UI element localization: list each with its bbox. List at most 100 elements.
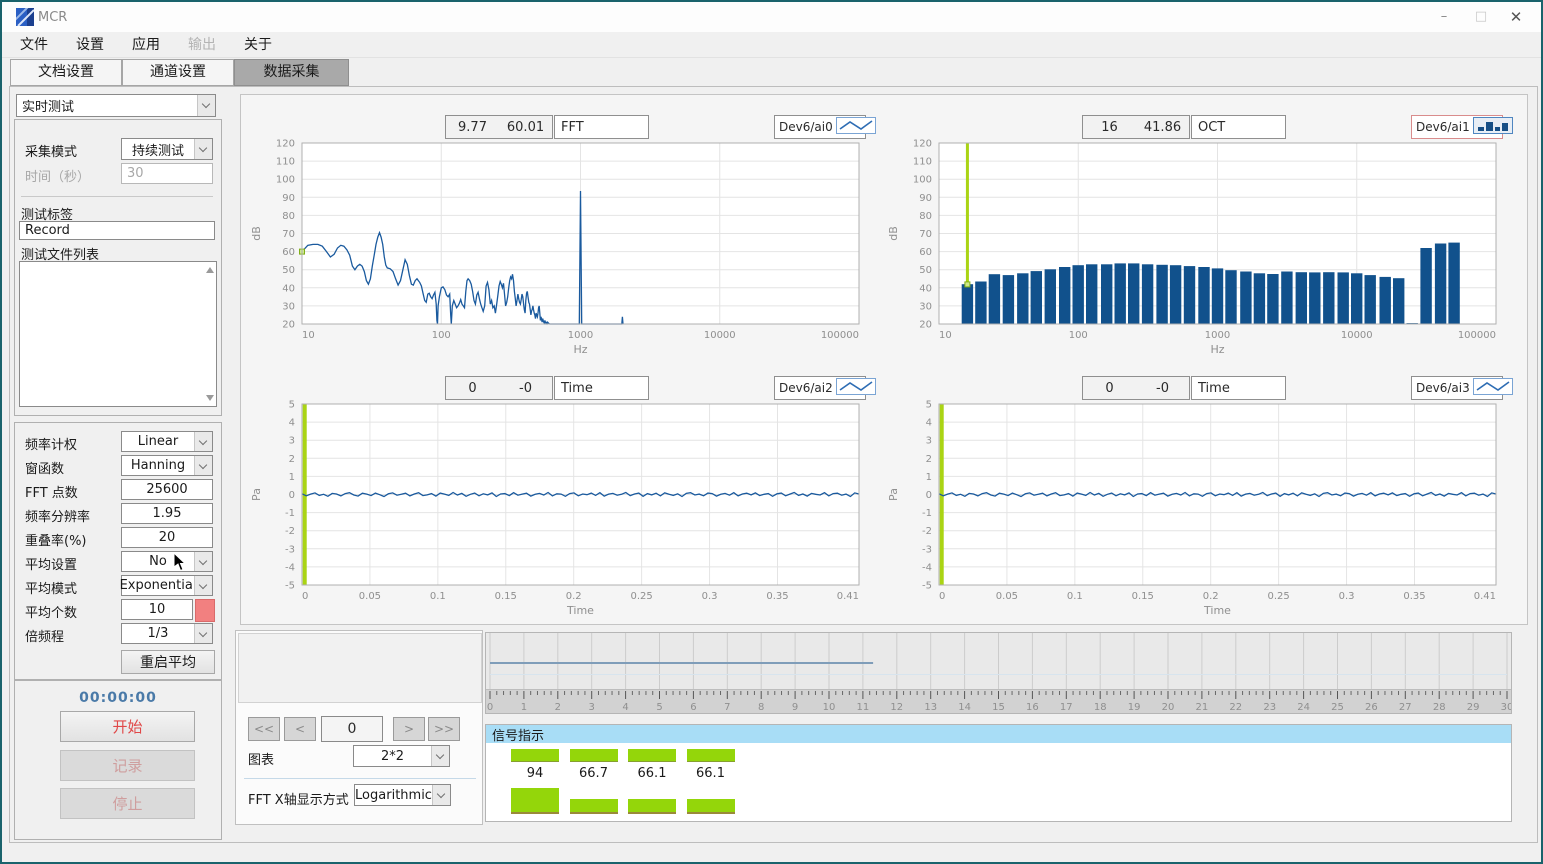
setting-select-5[interactable]: No xyxy=(121,551,213,572)
record-timeline[interactable]: 0123456789101112131415161718192021222324… xyxy=(485,632,1512,714)
nav-next-button[interactable]: > xyxy=(393,717,425,741)
chart-grid-select[interactable]: 2*2 xyxy=(353,745,450,767)
run-control-group: 00:00:00 开始 记录 停止 xyxy=(14,680,222,840)
time-input[interactable]: 30 xyxy=(121,163,213,184)
svg-text:60: 60 xyxy=(919,247,932,258)
svg-text:4: 4 xyxy=(622,702,628,713)
maximize-button[interactable]: □ xyxy=(1464,2,1498,32)
menu-item-1[interactable]: 设置 xyxy=(62,32,118,58)
chevron-down-icon xyxy=(431,746,449,766)
svg-text:0: 0 xyxy=(289,490,295,501)
svg-text:120: 120 xyxy=(276,139,295,150)
nav-first-button[interactable]: << xyxy=(248,717,280,741)
oct-title-field[interactable]: OCT xyxy=(1191,115,1286,139)
time3-title-field[interactable]: Time xyxy=(1191,376,1286,400)
test-file-list[interactable] xyxy=(19,261,217,407)
setting-select-6[interactable]: Exponential xyxy=(121,575,213,596)
chart-grid-label: 图表 xyxy=(248,749,274,768)
setting-select-8[interactable]: 1/3 xyxy=(121,623,213,644)
svg-text:0: 0 xyxy=(926,490,932,501)
svg-text:100: 100 xyxy=(913,175,932,186)
setting-input-2[interactable]: 25600 xyxy=(121,479,213,500)
fft-device-selector[interactable]: Dev6/ai0 xyxy=(774,115,866,139)
signal-panel-title: 信号指示 xyxy=(492,725,544,744)
signal-indicator-bar-2 xyxy=(628,749,676,762)
chart-cell-fft: 9.7760.01 FFT Dev6/ai0 20304050607080901… xyxy=(246,114,864,364)
setting-input-4[interactable]: 20 xyxy=(121,527,213,548)
stop-button[interactable]: 停止 xyxy=(60,788,195,819)
setting-select-0[interactable]: Linear xyxy=(121,431,213,452)
line-chart-icon xyxy=(836,378,876,398)
tab-1[interactable]: 通道设置 xyxy=(122,59,234,86)
svg-text:4: 4 xyxy=(926,418,932,429)
acq-mode-label: 采集模式 xyxy=(25,141,77,160)
menu-item-4[interactable]: 关于 xyxy=(230,32,286,58)
svg-text:18: 18 xyxy=(1094,702,1107,713)
svg-text:5: 5 xyxy=(926,400,932,411)
footer-strip xyxy=(2,843,1541,864)
svg-text:11: 11 xyxy=(857,702,870,713)
nav-prev-button[interactable]: < xyxy=(284,717,316,741)
svg-text:70: 70 xyxy=(282,229,295,240)
fft-plot[interactable]: 2030405060708090100110120101001000100001… xyxy=(246,138,864,364)
svg-text:-4: -4 xyxy=(285,562,295,573)
setting-select-1[interactable]: Hanning xyxy=(121,455,213,476)
minimize-button[interactable]: – xyxy=(1427,2,1461,32)
time2-device-selector[interactable]: Dev6/ai2 xyxy=(774,376,866,400)
nav-last-button[interactable]: >> xyxy=(428,717,460,741)
window-title: MCR xyxy=(38,10,67,25)
setting-label-3: 频率分辨率 xyxy=(25,506,90,525)
menu-item-2[interactable]: 应用 xyxy=(118,32,174,58)
scroll-down-icon[interactable] xyxy=(206,395,214,401)
tab-0[interactable]: 文档设置 xyxy=(10,59,122,86)
menu-item-0[interactable]: 文件 xyxy=(6,32,62,58)
time2-title-field[interactable]: Time xyxy=(554,376,649,400)
time2-plot[interactable]: -5-4-3-2-101234500.050.10.150.20.250.30.… xyxy=(246,399,864,625)
svg-text:Hz: Hz xyxy=(1210,343,1224,356)
svg-text:5: 5 xyxy=(656,702,662,713)
svg-text:30: 30 xyxy=(919,301,932,312)
oct-device-selector[interactable]: Dev6/ai1 xyxy=(1411,115,1503,139)
restart-average-button[interactable]: 重启平均 xyxy=(121,650,215,674)
test-tag-input[interactable]: Record xyxy=(19,221,215,240)
acq-mode-select[interactable]: 持续测试 xyxy=(121,138,213,160)
chart-cell-oct: 1641.86 OCT Dev6/ai1 2030405060708090100… xyxy=(883,114,1501,364)
fft-title-field[interactable]: FFT xyxy=(554,115,649,139)
svg-text:3: 3 xyxy=(289,436,295,447)
setting-input-7[interactable]: 10 xyxy=(121,599,193,620)
svg-text:1: 1 xyxy=(521,702,527,713)
start-button[interactable]: 开始 xyxy=(60,711,195,742)
svg-text:28: 28 xyxy=(1433,702,1446,713)
svg-text:Time: Time xyxy=(1203,604,1231,617)
timeline-plot[interactable] xyxy=(486,633,1511,690)
record-button[interactable]: 记录 xyxy=(60,750,195,781)
svg-text:40: 40 xyxy=(282,283,295,294)
svg-text:6: 6 xyxy=(690,702,696,713)
fft-settings-group: 频率计权Linear窗函数HanningFFT 点数25600频率分辨率1.95… xyxy=(14,422,222,680)
svg-text:7: 7 xyxy=(724,702,730,713)
time3-plot[interactable]: -5-4-3-2-101234500.050.10.150.20.250.30.… xyxy=(883,399,1501,625)
elapsed-timer: 00:00:00 xyxy=(15,690,221,706)
oct-plot[interactable]: 2030405060708090100110120101001000100001… xyxy=(883,138,1501,364)
app-logo-icon xyxy=(16,8,34,26)
svg-text:0: 0 xyxy=(302,591,308,602)
svg-text:0.2: 0.2 xyxy=(1203,591,1219,602)
svg-text:0.41: 0.41 xyxy=(837,591,859,602)
tab-2[interactable]: 数据采集 xyxy=(234,59,349,86)
chevron-down-icon xyxy=(194,432,212,451)
tab-bar: 文档设置通道设置数据采集 xyxy=(2,58,1541,85)
fft-axis-mode-select[interactable]: Logarithmic xyxy=(354,784,451,806)
time3-device-selector[interactable]: Dev6/ai3 xyxy=(1411,376,1503,400)
svg-text:90: 90 xyxy=(919,193,932,204)
setting-label-4: 重叠率(%) xyxy=(25,530,87,549)
scroll-up-icon[interactable] xyxy=(206,267,214,273)
svg-text:dB: dB xyxy=(887,226,900,241)
svg-text:0: 0 xyxy=(487,702,493,713)
chevron-down-icon xyxy=(432,785,450,805)
close-button[interactable]: ✕ xyxy=(1499,2,1533,32)
chevron-down-icon xyxy=(194,576,212,595)
setting-input-3[interactable]: 1.95 xyxy=(121,503,213,524)
time3-cursor-readout: 0-0 xyxy=(1082,376,1190,400)
preset-select[interactable]: 实时测试 xyxy=(16,94,216,117)
svg-text:29: 29 xyxy=(1467,702,1480,713)
